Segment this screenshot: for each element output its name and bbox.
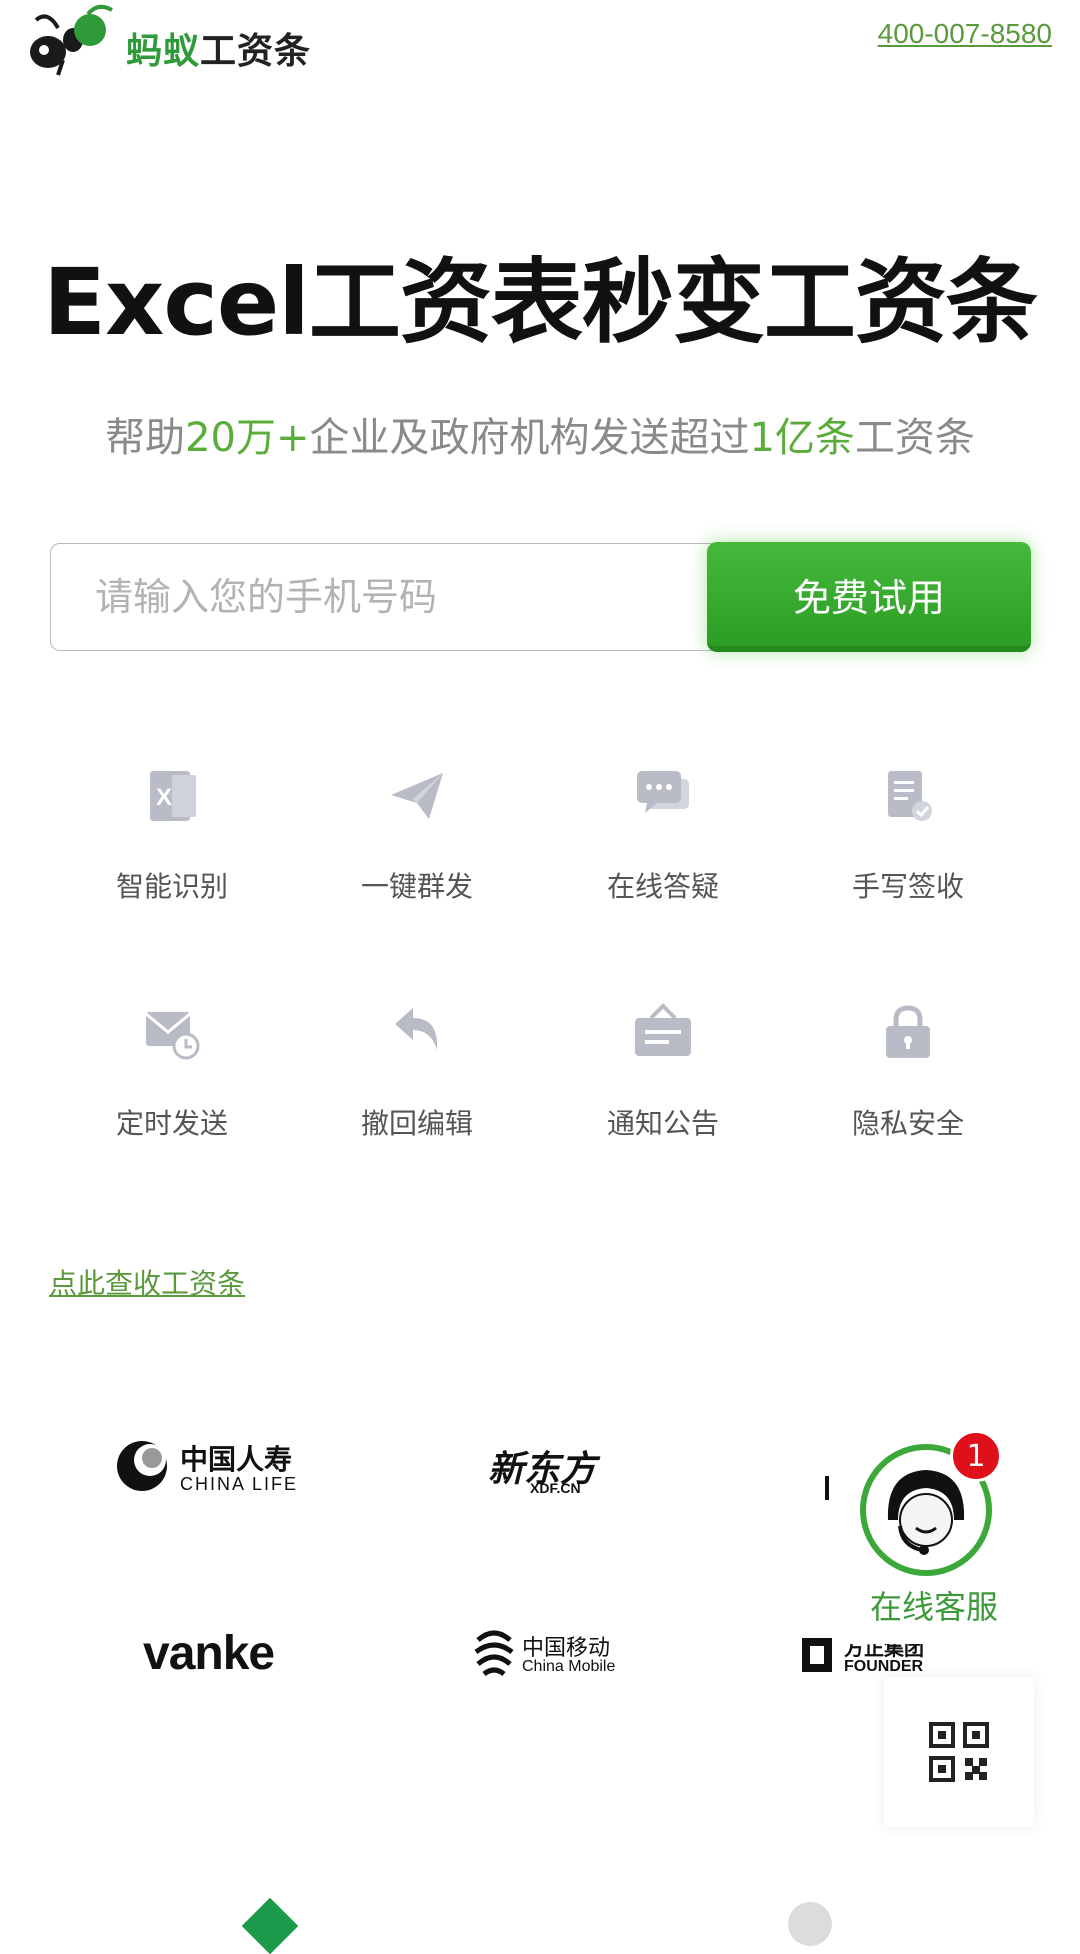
hero-stat-payslips: 1亿条 bbox=[749, 415, 855, 461]
feature-label: 定时发送 bbox=[115, 1107, 228, 1140]
feature-privacy[interactable]: 隐私安全 bbox=[793, 1002, 1023, 1202]
excel-icon: X bbox=[150, 771, 196, 821]
feature-notice[interactable]: 通知公告 bbox=[548, 1002, 778, 1202]
qr-code-button[interactable] bbox=[884, 1677, 1034, 1827]
feature-label: 一键群发 bbox=[360, 870, 473, 903]
phone-link[interactable]: 400-007-8580 bbox=[878, 18, 1052, 50]
brand-name: 蚂蚁工资条 bbox=[126, 22, 311, 74]
feature-label: 智能识别 bbox=[115, 870, 228, 903]
undo-icon bbox=[395, 1008, 438, 1050]
feature-handwritten-sign[interactable]: 手写签收 bbox=[793, 765, 1023, 965]
hero-stat-companies: 20万+ bbox=[185, 415, 310, 461]
feature-label: 隐私安全 bbox=[851, 1107, 964, 1140]
bottom-gray-marker bbox=[788, 1902, 832, 1946]
feature-label: 撤回编辑 bbox=[360, 1107, 473, 1140]
feature-label: 手写签收 bbox=[851, 870, 964, 903]
founder-name-en: FOUNDER bbox=[844, 1658, 924, 1675]
phone-number-input[interactable] bbox=[51, 544, 711, 650]
svg-text:X: X bbox=[156, 784, 172, 811]
online-service-widget[interactable]: 1 在线客服 bbox=[832, 1430, 1036, 1644]
hero-subtitle-part: 企业及政府机构发送超过 bbox=[309, 415, 750, 461]
china-life-name-cn: 中国人寿 bbox=[180, 1443, 293, 1476]
qr-code-icon bbox=[929, 1722, 989, 1782]
free-trial-button[interactable]: 免费试用 bbox=[707, 542, 1031, 652]
signup-form: 免费试用 bbox=[50, 542, 1031, 652]
hero-subtitle: 帮助20万+企业及政府机构发送超过1亿条工资条 bbox=[0, 405, 1080, 463]
notice-board-icon bbox=[635, 1003, 691, 1056]
scheduled-mail-icon bbox=[145, 1012, 200, 1060]
ant-logo-icon bbox=[30, 4, 113, 76]
hero-subtitle-part: 帮助 bbox=[105, 415, 186, 461]
chat-bubbles-icon bbox=[637, 771, 689, 813]
lock-icon bbox=[886, 1005, 930, 1058]
vanke-logo: vanke bbox=[143, 1627, 275, 1680]
online-service-label: 在线客服 bbox=[869, 1588, 998, 1626]
hero-subtitle-part: 工资条 bbox=[854, 415, 975, 461]
china-mobile-logo: 中国移动 China Mobile bbox=[472, 1628, 632, 1688]
feature-bulk-send[interactable]: 一键群发 bbox=[302, 765, 532, 965]
feature-label: 在线答疑 bbox=[606, 870, 719, 903]
xdf-logo: 新东方 XDF.CN bbox=[480, 1440, 630, 1510]
china-life-name-en: CHINA LIFE bbox=[180, 1474, 299, 1494]
brand-name-green: 蚂蚁 bbox=[126, 31, 201, 72]
china-life-logo: 中国人寿 CHINA LIFE bbox=[116, 1434, 316, 1504]
feature-smart-recognition[interactable]: X 智能识别 bbox=[57, 765, 287, 965]
hero-title: Excel工资表秒变工资条 bbox=[43, 249, 1038, 356]
brand-logo[interactable]: 蚂蚁工资条 bbox=[28, 0, 328, 84]
feature-label: 通知公告 bbox=[606, 1107, 719, 1140]
signed-document-icon bbox=[888, 771, 932, 821]
unread-badge: 1 bbox=[950, 1430, 1002, 1482]
feature-recall-edit[interactable]: 撤回编辑 bbox=[302, 1002, 532, 1202]
xdf-name-en: XDF.CN bbox=[530, 1480, 581, 1496]
china-mobile-name-en: China Mobile bbox=[522, 1658, 616, 1675]
brand-name-dark: 工资条 bbox=[200, 31, 312, 72]
paper-plane-icon bbox=[391, 773, 443, 819]
founder-emblem bbox=[802, 1638, 832, 1672]
china-life-emblem bbox=[117, 1441, 167, 1491]
feature-online-qa[interactable]: 在线答疑 bbox=[548, 765, 778, 965]
bottom-green-marker bbox=[241, 1897, 299, 1954]
check-payslip-link[interactable]: 点此查收工资条 bbox=[49, 1262, 245, 1302]
china-mobile-emblem bbox=[474, 1630, 514, 1677]
feature-scheduled-send[interactable]: 定时发送 bbox=[57, 1002, 287, 1202]
